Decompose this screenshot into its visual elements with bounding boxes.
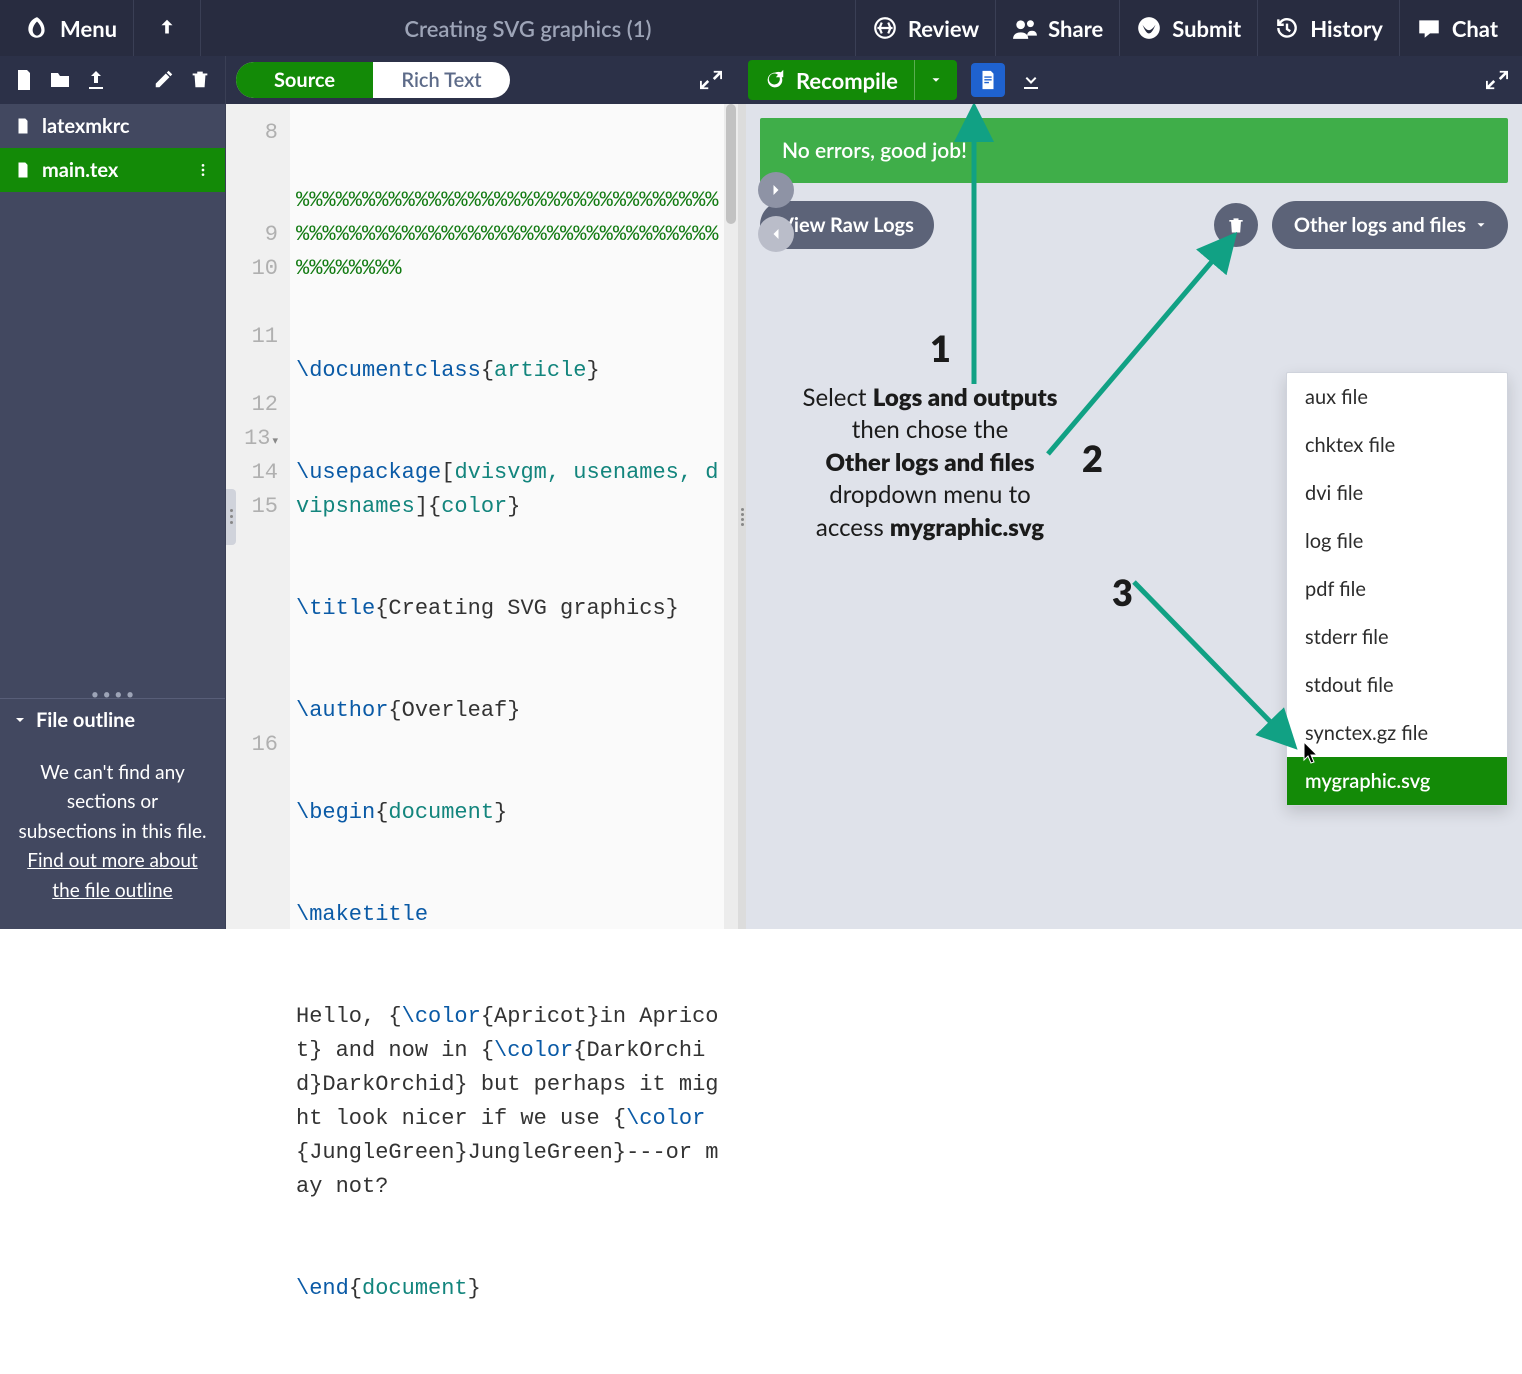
outline-empty-message: We can't find any sections or subsection… bbox=[18, 758, 207, 846]
file-item-maintex[interactable]: main.tex bbox=[0, 148, 225, 192]
review-button[interactable]: Review bbox=[856, 0, 995, 56]
dd-pdf[interactable]: pdf file bbox=[1287, 565, 1507, 613]
overleaf-logo-icon bbox=[24, 15, 50, 41]
share-icon bbox=[1012, 15, 1038, 41]
new-folder-icon[interactable] bbox=[48, 68, 72, 92]
recompile-icon bbox=[764, 69, 786, 91]
go-to-pdf-button[interactable] bbox=[758, 172, 794, 208]
history-icon bbox=[1274, 15, 1300, 41]
menu-label: Menu bbox=[60, 15, 117, 42]
dd-aux[interactable]: aux file bbox=[1287, 373, 1507, 421]
back-button[interactable] bbox=[134, 0, 200, 56]
editor-scrollbar[interactable] bbox=[724, 104, 738, 929]
clear-cache-button[interactable] bbox=[1214, 203, 1258, 247]
project-title[interactable]: Creating SVG graphics (1) bbox=[201, 15, 855, 42]
dd-stdout[interactable]: stdout file bbox=[1287, 661, 1507, 709]
file-menu-icon[interactable] bbox=[195, 162, 211, 178]
menu-button[interactable]: Menu bbox=[8, 0, 133, 56]
editor-mode-toggle: Source Rich Text bbox=[236, 62, 510, 98]
dd-chktex[interactable]: chktex file bbox=[1287, 421, 1507, 469]
dd-synctex[interactable]: synctex.gz file bbox=[1287, 709, 1507, 757]
code-editor[interactable]: 8 9 10 11 12 13 14 15 16 %%%%%%%%%%%%%%%… bbox=[226, 104, 738, 929]
recompile-dropdown[interactable] bbox=[915, 73, 957, 87]
anno-number-3: 3 bbox=[1112, 570, 1133, 614]
dd-mygraphic[interactable]: mygraphic.svg bbox=[1287, 757, 1507, 805]
file-outline-title: File outline bbox=[36, 708, 135, 732]
anno-number-2: 2 bbox=[1082, 436, 1103, 480]
rename-icon[interactable] bbox=[153, 68, 177, 92]
other-logs-dropdown-button[interactable]: Other logs and files bbox=[1272, 201, 1508, 249]
submit-button[interactable]: Submit bbox=[1120, 0, 1257, 56]
richtext-tab[interactable]: Rich Text bbox=[373, 62, 510, 98]
file-icon bbox=[14, 115, 32, 137]
editor-left-handle[interactable] bbox=[226, 489, 236, 545]
anno-number-1: 1 bbox=[930, 326, 951, 370]
go-to-code-button[interactable] bbox=[758, 216, 794, 252]
chat-button[interactable]: Chat bbox=[1400, 0, 1514, 56]
share-label: Share bbox=[1048, 15, 1103, 42]
submit-label: Submit bbox=[1172, 15, 1241, 42]
file-sidebar: latexmkrc main.tex • • • • File outline bbox=[0, 104, 226, 929]
recompile-label: Recompile bbox=[796, 67, 898, 94]
outline-help-link[interactable]: Find out more about the file outline bbox=[27, 849, 198, 901]
history-label: History bbox=[1310, 15, 1383, 42]
sidebar-resize-handle[interactable]: • • • • bbox=[0, 690, 225, 698]
up-arrow-icon bbox=[154, 15, 180, 41]
chat-icon bbox=[1416, 15, 1442, 41]
chevron-down-icon bbox=[12, 712, 28, 728]
source-tab[interactable]: Source bbox=[236, 62, 373, 98]
chat-label: Chat bbox=[1452, 15, 1498, 42]
file-outline-header[interactable]: File outline bbox=[0, 698, 225, 742]
new-file-icon[interactable] bbox=[12, 68, 36, 92]
compile-status-banner: No errors, good job! bbox=[760, 118, 1508, 183]
expand-editor-icon[interactable] bbox=[700, 69, 722, 91]
chevron-down-icon bbox=[1474, 218, 1488, 232]
preview-pane: No errors, good job! View Raw Logs Other… bbox=[746, 104, 1522, 929]
delete-file-icon[interactable] bbox=[189, 68, 213, 92]
submit-icon bbox=[1136, 15, 1162, 41]
trash-icon bbox=[1226, 215, 1246, 235]
file-name: latexmkrc bbox=[42, 114, 130, 138]
review-label: Review bbox=[908, 15, 979, 42]
review-icon bbox=[872, 15, 898, 41]
other-logs-dropdown: aux file chktex file dvi file log file p… bbox=[1286, 372, 1508, 806]
other-logs-label: Other logs and files bbox=[1294, 213, 1466, 237]
logs-icon bbox=[977, 69, 999, 91]
history-button[interactable]: History bbox=[1258, 0, 1399, 56]
file-name: main.tex bbox=[42, 158, 118, 182]
logs-button[interactable] bbox=[971, 63, 1005, 97]
pane-resize-handle[interactable] bbox=[738, 104, 746, 929]
code-content[interactable]: %%%%%%%%%%%%%%%%%%%%%%%%%%%%%%%%%%%%%%%%… bbox=[290, 104, 738, 929]
upload-icon[interactable] bbox=[84, 68, 108, 92]
secondary-toolbar: Source Rich Text Recompile bbox=[0, 56, 1522, 104]
recompile-button[interactable]: Recompile bbox=[748, 60, 957, 100]
share-button[interactable]: Share bbox=[996, 0, 1119, 56]
dd-dvi[interactable]: dvi file bbox=[1287, 469, 1507, 517]
expand-preview-icon[interactable] bbox=[1486, 69, 1508, 91]
file-item-latexmkrc[interactable]: latexmkrc bbox=[0, 104, 225, 148]
dd-log[interactable]: log file bbox=[1287, 517, 1507, 565]
download-pdf-icon[interactable] bbox=[1019, 68, 1043, 92]
dd-stderr[interactable]: stderr file bbox=[1287, 613, 1507, 661]
file-icon bbox=[14, 159, 32, 181]
top-toolbar: Menu Creating SVG graphics (1) Review Sh… bbox=[0, 0, 1522, 56]
